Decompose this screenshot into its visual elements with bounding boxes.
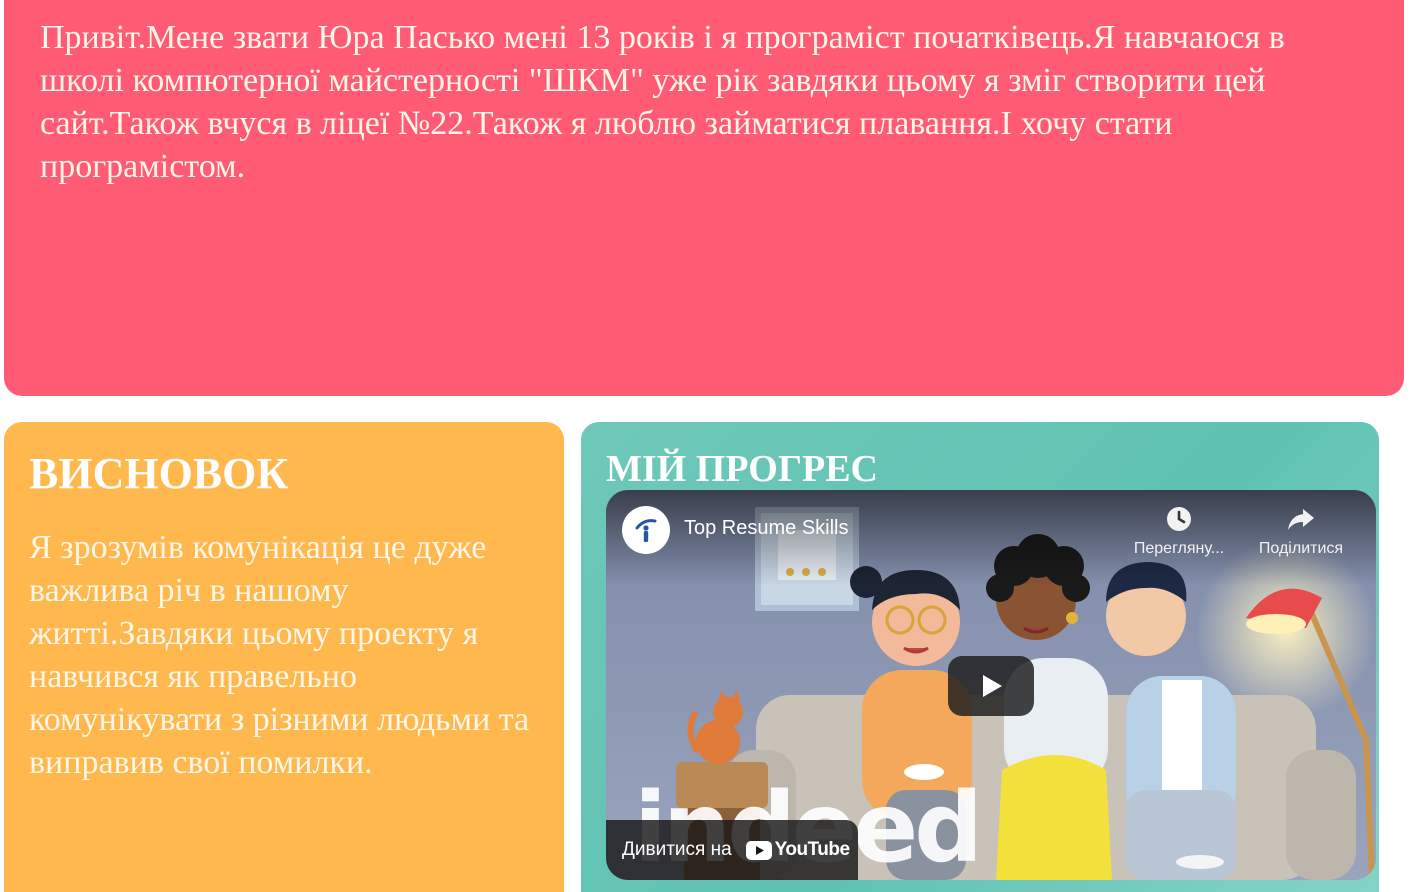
youtube-wordmark: YouTube <box>774 839 850 860</box>
progress-title: МІЙ ПРОГРЕС <box>606 448 878 490</box>
watch-later-label: Перегляну... <box>1133 540 1225 557</box>
page: Привіт.Мене звати Юра Пасько мені 13 рок… <box>0 0 1410 892</box>
youtube-logo: YouTube <box>745 839 850 861</box>
youtube-play-icon <box>745 840 772 860</box>
about-text: Привіт.Мене звати Юра Пасько мені 13 рок… <box>40 19 1285 185</box>
progress-card: МІЙ ПРОГРЕС Top Resume Skills Перегляну.… <box>581 422 1379 892</box>
share-label: Поділитися <box>1258 540 1344 557</box>
video-title[interactable]: Top Resume Skills <box>684 517 849 540</box>
video-player[interactable]: indeed Top Resume Skills Перегляну... <box>606 490 1376 880</box>
share-icon <box>1246 504 1356 534</box>
about-card: Привіт.Мене звати Юра Пасько мені 13 рок… <box>4 0 1404 396</box>
watch-on-youtube-button[interactable]: Дивитися на YouTube <box>606 820 858 880</box>
watch-on-label: Дивитися на <box>622 839 732 860</box>
conclusion-title: ВИСНОВОК <box>29 449 289 498</box>
channel-avatar[interactable] <box>622 506 670 554</box>
share-button[interactable]: Поділитися <box>1246 504 1356 558</box>
conclusion-text: Я зрозумів комунікація це дуже важлива р… <box>29 529 530 781</box>
play-icon <box>983 675 1002 697</box>
play-button[interactable] <box>948 656 1034 716</box>
conclusion-card: ВИСНОВОК Я зрозумів комунікація це дуже … <box>4 422 564 892</box>
indeed-logo-icon <box>635 519 657 542</box>
clock-icon <box>1124 504 1234 534</box>
watch-later-button[interactable]: Перегляну... <box>1124 504 1234 558</box>
